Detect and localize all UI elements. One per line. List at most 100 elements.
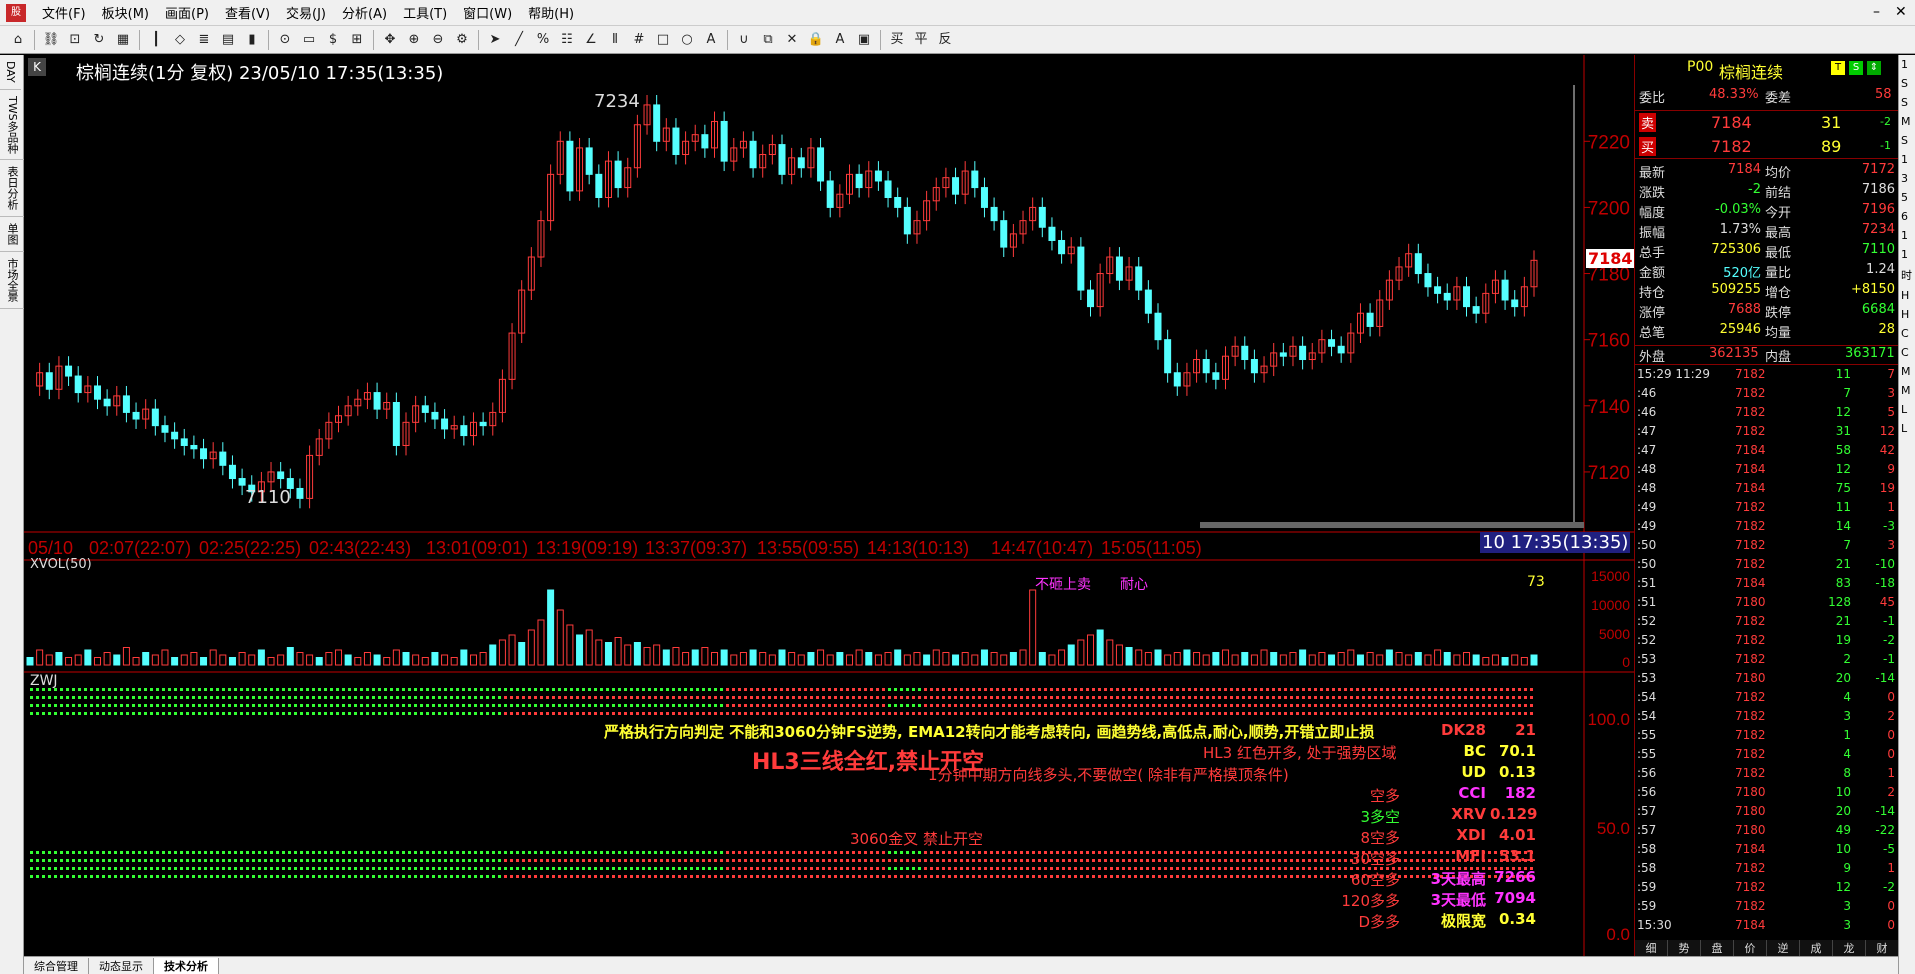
signal-dot [738, 859, 741, 862]
signal-dot [852, 851, 855, 854]
color-icon[interactable]: A [830, 30, 850, 50]
formula-icon[interactable]: ⊞ [347, 30, 367, 50]
lock-icon[interactable]: ⊡ [65, 30, 85, 50]
left-tab[interactable]: 表日分析 [0, 160, 24, 218]
quote-tab[interactable]: 价 [1734, 940, 1767, 956]
menu-trade[interactable]: 交易(J) [278, 3, 334, 22]
percent-tool-icon[interactable]: % [533, 30, 553, 50]
right-edge-tab[interactable]: L [1899, 400, 1915, 419]
channel-tool-icon[interactable]: ⫴ [605, 30, 625, 50]
magnet-icon[interactable]: ∪ [734, 30, 754, 50]
home-icon[interactable]: ⌂ [8, 30, 28, 50]
play-icon[interactable]: ⊙ [275, 30, 295, 50]
quote-tab[interactable]: 成 [1800, 940, 1833, 956]
chart-badge[interactable]: K [28, 58, 46, 76]
tick-price: 7180 [1735, 595, 1766, 609]
right-edge-tab[interactable]: 6 [1899, 207, 1915, 226]
left-tab[interactable]: DAY [0, 55, 21, 90]
menu-help[interactable]: 帮助(H) [520, 3, 582, 22]
right-edge-tab[interactable]: C [1899, 343, 1915, 362]
signal-dot [492, 704, 495, 707]
menu-view[interactable]: 查看(V) [217, 3, 278, 22]
menu-sector[interactable]: 板块(M) [94, 3, 157, 22]
menu-screen[interactable]: 画面(P) [157, 3, 217, 22]
bottom-tab-dynamic[interactable]: 动态显示 [89, 957, 154, 974]
zoom-out-icon[interactable]: ⊖ [428, 30, 448, 50]
right-edge-tab[interactable]: M [1899, 381, 1915, 400]
expand-icon[interactable]: ⇕ [1867, 61, 1881, 75]
right-edge-tab[interactable]: 5 [1899, 188, 1915, 207]
signal-dot [1512, 696, 1515, 699]
right-edge-tab[interactable]: M [1899, 112, 1915, 131]
gann-tool-icon[interactable]: # [629, 30, 649, 50]
right-edge-tab[interactable]: S [1899, 131, 1915, 150]
right-edge-tab[interactable]: S [1899, 74, 1915, 93]
dollar-icon[interactable]: $ [323, 30, 343, 50]
minimize-button[interactable]: – [1873, 4, 1880, 20]
menu-tools[interactable]: 工具(T) [395, 3, 455, 22]
diamond-icon[interactable]: ◇ [170, 30, 190, 50]
right-edge-tab[interactable]: 1 [1899, 55, 1915, 74]
left-tab[interactable]: 市场全景 [0, 252, 24, 310]
right-edge-tab[interactable]: H [1899, 305, 1915, 324]
fib-tool-icon[interactable]: ☷ [557, 30, 577, 50]
left-tab[interactable]: 单图 [0, 217, 24, 253]
right-edge-tab[interactable]: S [1899, 93, 1915, 112]
settings-icon[interactable]: ⚙ [452, 30, 472, 50]
buy-icon[interactable]: 买 [887, 30, 907, 50]
signal-dot [420, 688, 423, 691]
cursor-icon[interactable]: ➤ [485, 30, 505, 50]
right-edge-tab[interactable]: L [1899, 419, 1915, 438]
table-icon[interactable]: ▤ [218, 30, 238, 50]
right-edge-tab[interactable]: 3 [1899, 169, 1915, 188]
menu-analysis[interactable]: 分析(A) [334, 3, 395, 22]
signal-dot [1476, 712, 1479, 715]
signal-dot [414, 851, 417, 854]
chart-icon[interactable]: ▮ [242, 30, 262, 50]
right-edge-tab[interactable]: 时 [1899, 264, 1915, 286]
quote-tab[interactable]: 财 [1866, 940, 1899, 956]
signal-dot [852, 712, 855, 715]
rect-tool-icon[interactable]: □ [653, 30, 673, 50]
delete-icon[interactable]: ✕ [782, 30, 802, 50]
document-icon[interactable]: ▭ [299, 30, 319, 50]
right-edge-tab[interactable]: M [1899, 362, 1915, 381]
quote-tab[interactable]: 细 [1635, 940, 1668, 956]
quote-tab[interactable]: 逆 [1767, 940, 1800, 956]
refresh-icon[interactable]: ↻ [89, 30, 109, 50]
quote-tab[interactable]: 龙 [1833, 940, 1866, 956]
close-position-icon[interactable]: 平 [911, 30, 931, 50]
angle-tool-icon[interactable]: ∠ [581, 30, 601, 50]
reverse-icon[interactable]: 反 [935, 30, 955, 50]
tick-time: :50 [1637, 538, 1657, 552]
lock-drawing-icon[interactable]: 🔒 [806, 30, 826, 50]
right-edge-tab[interactable]: 1 [1899, 245, 1915, 264]
grid-icon[interactable]: ▦ [113, 30, 133, 50]
bottom-tab-manage[interactable]: 综合管理 [24, 957, 89, 974]
line-tool-icon[interactable]: ╱ [509, 30, 529, 50]
copy-icon[interactable]: ⧉ [758, 30, 778, 50]
close-window-button[interactable]: ✕ [1895, 4, 1907, 20]
signal-dot [1266, 875, 1269, 878]
quote-tab[interactable]: 盘 [1701, 940, 1734, 956]
text-tool-icon[interactable]: A [701, 30, 721, 50]
signal-dot [234, 851, 237, 854]
menu-file[interactable]: 文件(F) [34, 3, 94, 22]
left-tab[interactable]: TWS多品种 [0, 90, 24, 161]
candlestick-icon[interactable]: ┃ [146, 30, 166, 50]
link-icon[interactable]: ⛓ [41, 30, 61, 50]
s-icon[interactable]: S [1849, 61, 1863, 75]
stack-icon[interactable]: ≣ [194, 30, 214, 50]
move-icon[interactable]: ✥ [380, 30, 400, 50]
menu-window[interactable]: 窗口(W) [455, 3, 520, 22]
right-edge-tab[interactable]: H [1899, 286, 1915, 305]
right-edge-tab[interactable]: 1 [1899, 150, 1915, 169]
save-icon[interactable]: ▣ [854, 30, 874, 50]
zoom-in-icon[interactable]: ⊕ [404, 30, 424, 50]
t-icon[interactable]: T [1831, 61, 1845, 75]
quote-tab[interactable]: 势 [1668, 940, 1701, 956]
right-edge-tab[interactable]: 1 [1899, 226, 1915, 245]
circle-tool-icon[interactable]: ○ [677, 30, 697, 50]
bottom-tab-tech[interactable]: 技术分析 [154, 957, 219, 974]
right-edge-tab[interactable]: C [1899, 324, 1915, 343]
